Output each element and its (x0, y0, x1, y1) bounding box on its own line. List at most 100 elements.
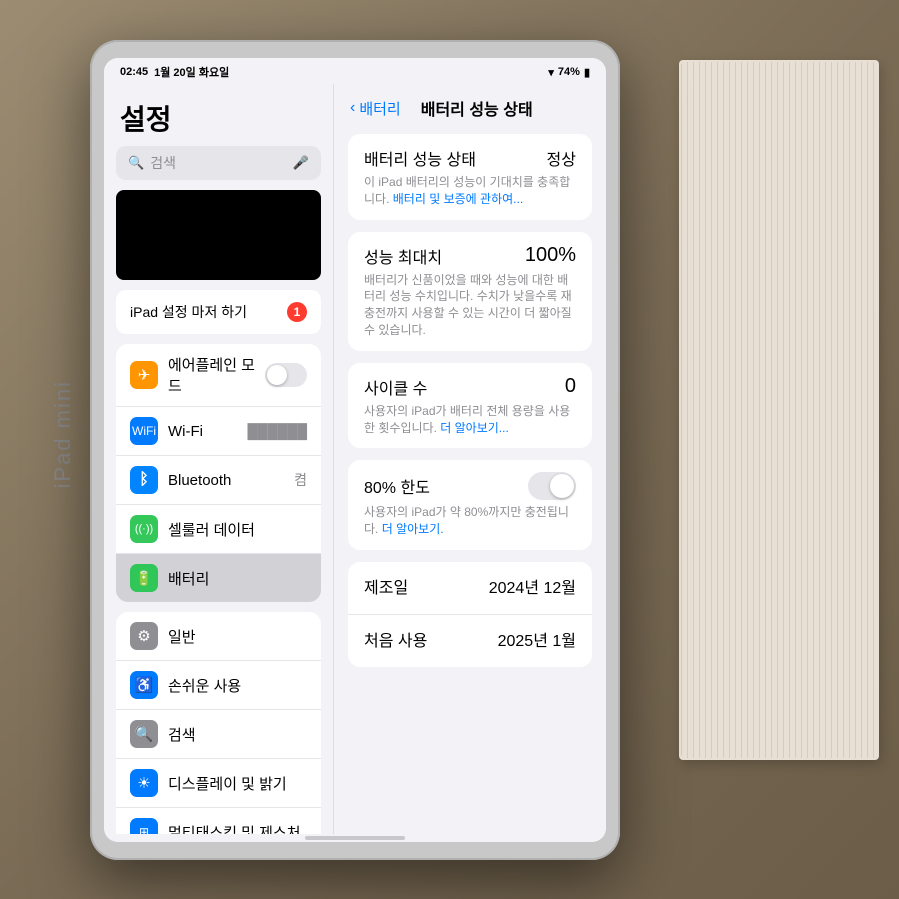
sidebar-item-wifi[interactable]: WiFi Wi-Fi ██████ (116, 407, 321, 456)
cycle-count-row: 사이클 수 0 사용자의 iPad가 배터리 전체 용량을 사용한 횟수입니다.… (348, 363, 592, 449)
sidebar-title: 설정 (104, 84, 333, 146)
cycle-count-desc: 사용자의 iPad가 배터리 전체 용량을 사용한 횟수입니다. 더 알아보기.… (364, 403, 576, 437)
search-bar[interactable]: 🔍 검색 🎤 (116, 146, 321, 180)
battery-health-title: 배터리 성능 상태 (364, 146, 476, 170)
max-performance-desc: 배터리가 신품이었을 때와 성능에 대한 배터리 성능 수치입니다. 수치가 낮… (364, 272, 576, 339)
multitasking-label: 멀티태스킹 및 제스처 (168, 822, 307, 835)
wifi-label: Wi-Fi (168, 423, 237, 440)
wifi-icon: ▾ (548, 66, 554, 79)
ipad-mini-label: iPad mini (50, 380, 76, 488)
airplane-toggle[interactable] (265, 363, 307, 387)
limit-learn-link[interactable]: 더 알아보기. (382, 522, 444, 536)
wifi-settings-icon: WiFi (130, 417, 158, 445)
general-icon: ⚙ (130, 622, 158, 650)
battery-health-row: 배터리 성능 상태 정상 이 iPad 배터리의 성능이 기대치를 충족합니다.… (348, 134, 592, 220)
search-icon: 🔍 (128, 155, 144, 171)
date-display: 1월 20일 화요일 (154, 64, 229, 80)
manufacture-date-title: 제조일 (364, 574, 408, 598)
max-performance-value: 100% (525, 244, 576, 267)
setup-text: iPad 설정 마저 하기 (130, 302, 247, 322)
battery-health-header: 배터리 성능 상태 정상 (364, 146, 576, 170)
first-use-value: 2025년 1월 (498, 627, 576, 651)
sidebar-item-airplane[interactable]: ✈ 에어플레인 모드 (116, 344, 321, 407)
detail-title: 배터리 성능 상태 (421, 96, 533, 120)
manufacture-date-header: 제조일 2024년 12월 (364, 574, 576, 598)
sidebar-item-bluetooth[interactable]: ᛒ Bluetooth 켬 (116, 456, 321, 505)
sidebar-item-display[interactable]: ☀ 디스플레이 및 밝기 (116, 759, 321, 808)
setup-badge: 1 (287, 302, 307, 322)
detail-panel: ‹ 배터리 배터리 성능 상태 배터리 성능 상태 정상 이 iPad 배터리의… (334, 84, 606, 834)
sidebar-item-multitasking[interactable]: ⊞ 멀티태스킹 및 제스처 (116, 808, 321, 834)
bluetooth-value: 켬 (294, 470, 307, 490)
first-use-header: 처음 사용 2025년 1월 (364, 627, 576, 651)
sidebar: 설정 🔍 검색 🎤 iPad 설정 마저 하기 1 (104, 84, 334, 834)
status-left: 02:45 1월 20일 화요일 (120, 64, 229, 80)
manufacture-date-value: 2024년 12월 (489, 574, 576, 598)
limit-header: 80% 한도 (364, 472, 576, 500)
content-area: 설정 🔍 검색 🎤 iPad 설정 마저 하기 1 (104, 84, 606, 834)
wifi-value: ██████ (247, 423, 307, 439)
limit-section: 80% 한도 사용자의 iPad가 약 80%까지만 충전됩니다. 더 알아보기… (348, 460, 592, 550)
cycle-count-header: 사이클 수 0 (364, 375, 576, 399)
max-performance-row: 성능 최대치 100% 배터리가 신품이었을 때와 성능에 대한 배터리 성능 … (348, 232, 592, 351)
battery-health-value: 정상 (547, 146, 576, 170)
setup-banner[interactable]: iPad 설정 마저 하기 1 (116, 290, 321, 334)
general-label: 일반 (168, 626, 307, 647)
battery-settings-icon: 🔋 (130, 564, 158, 592)
notebook-lines (681, 62, 877, 758)
home-indicator (104, 834, 606, 842)
limit-desc: 사용자의 iPad가 약 80%까지만 충전됩니다. 더 알아보기. (364, 504, 576, 538)
battery-health-section: 배터리 성능 상태 정상 이 iPad 배터리의 성능이 기대치를 충족합니다.… (348, 134, 592, 220)
first-use-row: 처음 사용 2025년 1월 (348, 615, 592, 667)
search-settings-icon: 🔍 (130, 720, 158, 748)
detail-nav: ‹ 배터리 배터리 성능 상태 (334, 84, 606, 128)
status-bar: 02:45 1월 20일 화요일 ▾ 74% ▮ (104, 58, 606, 84)
sidebar-item-general[interactable]: ⚙ 일반 (116, 612, 321, 661)
bluetooth-label: Bluetooth (168, 472, 284, 489)
limit-title: 80% 한도 (364, 474, 430, 498)
airplane-icon: ✈ (130, 361, 158, 389)
search-label: 검색 (168, 724, 307, 745)
multitasking-icon: ⊞ (130, 818, 158, 834)
sidebar-item-search[interactable]: 🔍 검색 (116, 710, 321, 759)
cycle-learn-link[interactable]: 더 알아보기... (440, 421, 509, 435)
battery-icon: ▮ (584, 66, 590, 79)
general-settings-group: ⚙ 일반 ♿ 손쉬운 사용 🔍 검색 (116, 612, 321, 834)
cellular-label: 셀룰러 데이터 (168, 519, 307, 540)
sidebar-item-cellular[interactable]: ((·)) 셀룰러 데이터 (116, 505, 321, 554)
status-right: ▾ 74% ▮ (548, 66, 590, 79)
cycle-count-title: 사이클 수 (364, 375, 427, 399)
battery-label: 배터리 (168, 568, 307, 589)
display-label: 디스플레이 및 밝기 (168, 773, 307, 794)
first-use-title: 처음 사용 (364, 627, 427, 651)
battery-health-desc: 이 iPad 배터리의 성능이 기대치를 충족합니다. 배터리 및 보증에 관하… (364, 174, 576, 208)
connectivity-group: ✈ 에어플레인 모드 WiFi Wi-Fi ██████ ᛒ (116, 344, 321, 602)
battery-warranty-link[interactable]: 배터리 및 보증에 관하여... (393, 192, 523, 206)
accessibility-label: 손쉬운 사용 (168, 675, 307, 696)
profile-thumbnail (116, 190, 321, 280)
max-performance-header: 성능 최대치 100% (364, 244, 576, 268)
search-input[interactable]: 검색 (150, 153, 287, 173)
limit-row: 80% 한도 사용자의 iPad가 약 80%까지만 충전됩니다. 더 알아보기… (348, 460, 592, 550)
cellular-icon: ((·)) (130, 515, 158, 543)
home-bar (305, 836, 405, 840)
ipad-screen: 02:45 1월 20일 화요일 ▾ 74% ▮ 설정 🔍 검색 (104, 58, 606, 842)
back-arrow-icon[interactable]: ‹ (350, 99, 355, 117)
display-icon: ☀ (130, 769, 158, 797)
accessibility-icon: ♿ (130, 671, 158, 699)
cycle-count-section: 사이클 수 0 사용자의 iPad가 배터리 전체 용량을 사용한 횟수입니다.… (348, 363, 592, 449)
back-label[interactable]: 배터리 (359, 98, 400, 119)
max-performance-section: 성능 최대치 100% 배터리가 신품이었을 때와 성능에 대한 배터리 성능 … (348, 232, 592, 351)
time-display: 02:45 (120, 66, 148, 78)
max-performance-title: 성능 최대치 (364, 244, 442, 268)
manufacture-date-row: 제조일 2024년 12월 (348, 562, 592, 615)
dates-section: 제조일 2024년 12월 처음 사용 2025년 1월 (348, 562, 592, 667)
sidebar-item-battery[interactable]: 🔋 배터리 (116, 554, 321, 602)
limit-toggle[interactable] (528, 472, 576, 500)
mic-icon[interactable]: 🎤 (293, 155, 309, 171)
airplane-label: 에어플레인 모드 (168, 354, 255, 396)
scene: iPad mini 02:45 1월 20일 화요일 ▾ 74% ▮ 설 (0, 0, 899, 899)
bluetooth-icon: ᛒ (130, 466, 158, 494)
sidebar-item-accessibility[interactable]: ♿ 손쉬운 사용 (116, 661, 321, 710)
battery-display: 74% (558, 66, 580, 78)
